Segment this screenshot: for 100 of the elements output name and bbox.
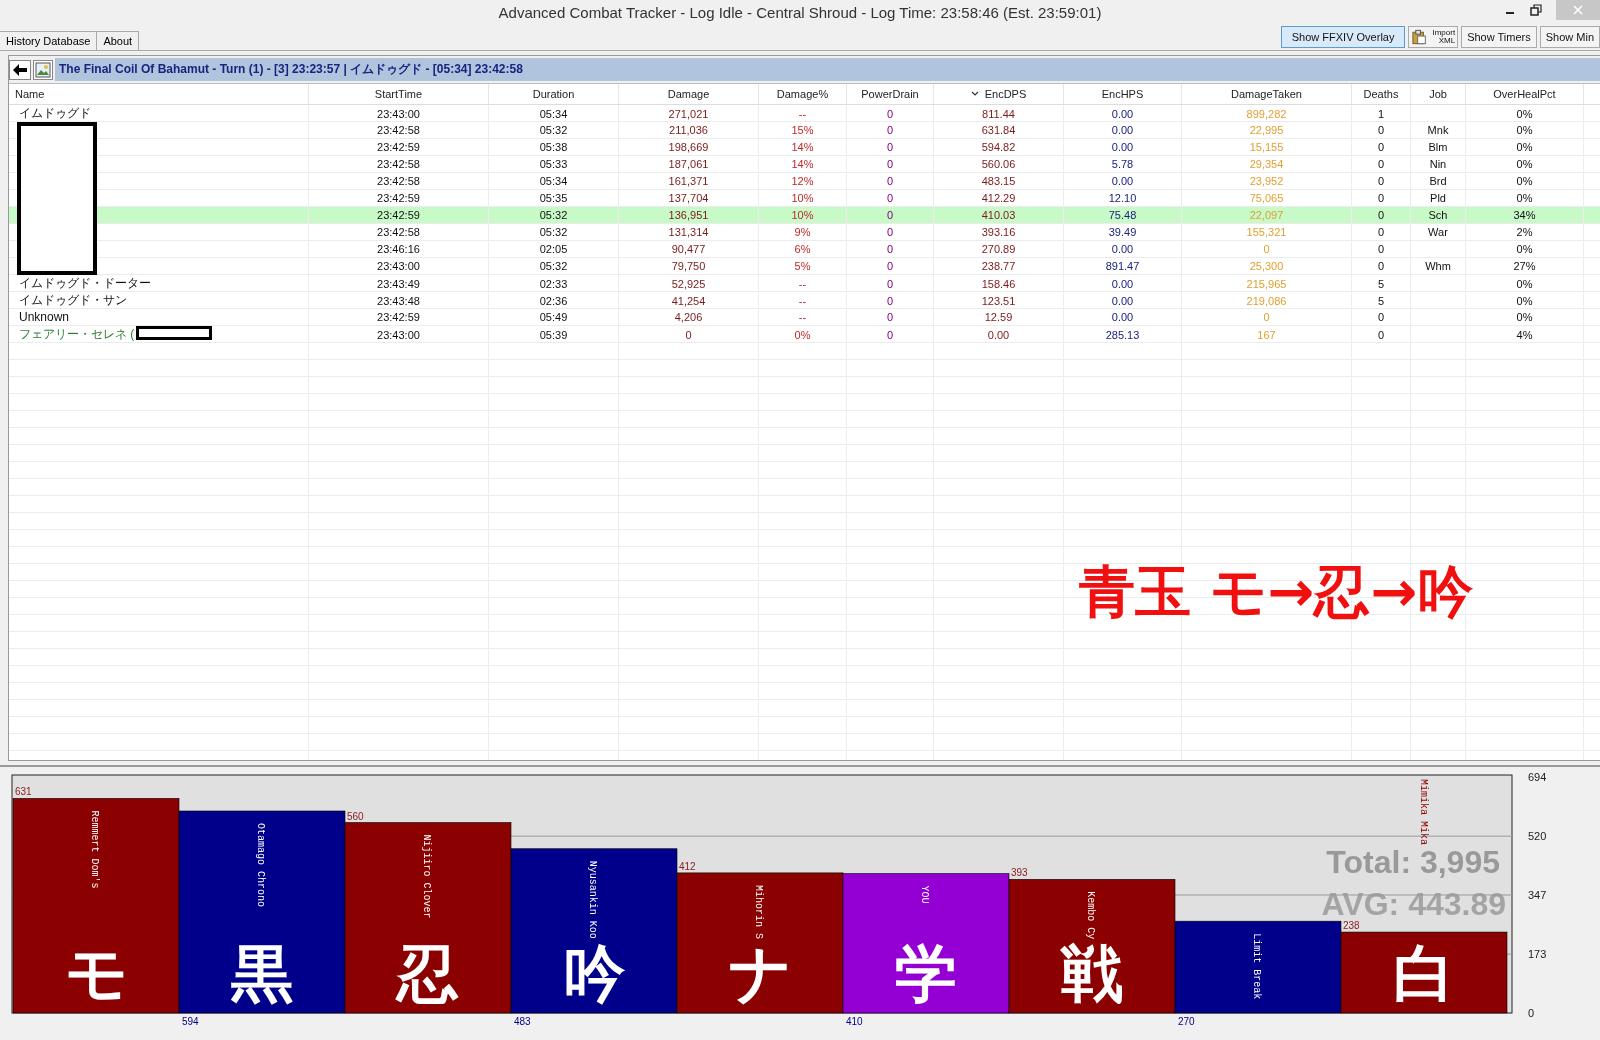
table-cell: 14% bbox=[791, 158, 814, 170]
table-cell: 23:42:58 bbox=[377, 124, 420, 136]
table-row[interactable]: 23:42:58 05:32 211,036 15% 0 631.84 0.00 22,995 0 Mnk 0% bbox=[9, 122, 1600, 139]
table-cell: 05:35 bbox=[539, 192, 568, 204]
table-cell: 0.00 bbox=[1111, 311, 1134, 323]
table-cell: 0% bbox=[1516, 192, 1533, 204]
window-title: Advanced Combat Tracker - Log Idle - Central Shroud - Log Time: 23:58:46 (Est. 23:59:01) bbox=[498, 3, 1102, 21]
table-cell: 219,086 bbox=[1246, 294, 1287, 307]
table-cell: 29,354 bbox=[1249, 158, 1284, 170]
table-cell: 131,314 bbox=[668, 226, 709, 238]
table-cell: 90,477 bbox=[671, 243, 706, 255]
table-cell: 79,750 bbox=[671, 260, 706, 272]
table-cell: 6% bbox=[794, 243, 811, 255]
table-cell: Sch bbox=[1428, 209, 1448, 221]
table-cell: 0 bbox=[1377, 124, 1385, 136]
table-cell: 10% bbox=[791, 209, 814, 221]
encounter-title: The Final Coil Of Bahamut - Turn (1) - [3] 23:23:57 | イムドゥグド - [05:34] 23:42:58 bbox=[55, 58, 1600, 81]
bar-name-label: Mihorin S bbox=[753, 884, 764, 939]
import-button[interactable]: Import XML bbox=[1408, 26, 1459, 48]
column-header[interactable]: OverHealPct bbox=[1466, 84, 1584, 104]
table-row[interactable]: 23:42:58 05:34 161,371 12% 0 483.15 0.00 23,952 0 Brd 0% bbox=[9, 173, 1600, 190]
column-header[interactable]: Damage% bbox=[759, 84, 847, 104]
table-cell: 0 bbox=[1377, 141, 1385, 153]
table-cell: 23:43:49 bbox=[377, 277, 420, 290]
table-cell: 10% bbox=[791, 192, 814, 204]
table-cell: 0 bbox=[886, 311, 894, 323]
table-cell: 05:49 bbox=[539, 311, 568, 323]
table-cell: イムドゥグド bbox=[19, 105, 91, 122]
tab[interactable]: History Database bbox=[0, 31, 98, 50]
table-cell: 23:42:58 bbox=[377, 175, 420, 187]
table-cell: 23:43:48 bbox=[377, 294, 420, 307]
table-cell: 0 bbox=[886, 209, 894, 221]
column-header[interactable]: PowerDrain bbox=[847, 84, 934, 104]
toolbar-button[interactable]: Show FFXIV Overlay bbox=[1281, 26, 1406, 48]
table-cell: 15% bbox=[791, 124, 814, 136]
table-row[interactable]: 23:43:00 05:32 79,750 5% 0 238.77 891.47 25,300 0 Whm 27% bbox=[9, 258, 1600, 275]
table-cell: 0 bbox=[886, 175, 894, 187]
table-row[interactable]: 23:42:59 05:38 198,669 14% 0 594.82 0.00 15,155 0 Blm 0% bbox=[9, 139, 1600, 156]
column-header[interactable]: Deaths bbox=[1352, 84, 1411, 104]
table-cell: 12.59 bbox=[984, 311, 1013, 323]
column-header[interactable]: DamageTaken bbox=[1182, 84, 1352, 104]
table-row[interactable]: Unknown 23:42:59 05:49 4,206 -- 0 12.59 0.00 0 0 0% bbox=[9, 309, 1600, 326]
table-row[interactable]: 23:46:16 02:05 90,477 6% 0 270.89 0.00 0 0 0% bbox=[9, 241, 1600, 258]
table-cell: 12% bbox=[791, 175, 814, 187]
column-header[interactable]: StartTime bbox=[309, 84, 489, 104]
table-cell: 05:38 bbox=[539, 141, 568, 153]
column-header[interactable]: Name bbox=[9, 84, 309, 104]
table-cell: War bbox=[1428, 226, 1448, 238]
table-row[interactable]: イムドゥグド・サン 23:43:48 02:36 41,254 -- 0 123.51 0.00 219,086 5 0% bbox=[9, 292, 1600, 309]
table-cell: 0% bbox=[794, 328, 811, 341]
toolbar-button[interactable]: Show Min bbox=[1539, 26, 1600, 48]
column-header[interactable]: EncHPS bbox=[1064, 84, 1182, 104]
table-cell: Pld bbox=[1430, 192, 1446, 204]
table-cell: 23:42:58 bbox=[377, 158, 420, 170]
table-row[interactable]: フェアリー・セレネ ( 23:43:00 05:39 0 0% 0 0.00 285.13 167 0 4% bbox=[9, 326, 1600, 343]
table-cell: 0 bbox=[685, 328, 692, 341]
table-cell: 0 bbox=[1377, 243, 1385, 255]
table-cell: 285.13 bbox=[1105, 328, 1140, 341]
table-cell: 39.49 bbox=[1108, 226, 1137, 238]
table-cell: 0 bbox=[1377, 311, 1385, 323]
table-cell: 0% bbox=[1516, 243, 1533, 255]
toolbar-button[interactable]: Show Timers bbox=[1461, 26, 1537, 48]
table-cell: 0.00 bbox=[1111, 175, 1134, 187]
column-header[interactable]: Damage bbox=[619, 84, 759, 104]
table-cell: Blm bbox=[1428, 141, 1448, 153]
table-cell: -- bbox=[798, 277, 807, 290]
overlay-character: 吟 bbox=[563, 937, 625, 1010]
table-cell: 0% bbox=[1516, 141, 1533, 153]
annotation-text: 青玉 モ→忍→吟 bbox=[1079, 558, 1474, 626]
table-cell: 393.16 bbox=[981, 226, 1016, 238]
table-cell: 0.00 bbox=[1111, 141, 1134, 153]
table-cell: 05:32 bbox=[539, 260, 568, 272]
table-row[interactable]: 23:42:58 05:33 187,061 14% 0 560.06 5.78 29,354 0 Nin 0% bbox=[9, 156, 1600, 173]
column-header[interactable]: EncDPS bbox=[934, 84, 1064, 104]
table-cell: 23:42:59 bbox=[377, 192, 420, 204]
table-row[interactable]: 23:42:58 05:32 131,314 9% 0 393.16 39.49 155,321 0 War 2% bbox=[9, 224, 1600, 241]
table-cell: 23,952 bbox=[1249, 175, 1284, 187]
table-row[interactable]: 23:42:59 05:32 136,951 10% 0 410.03 75.48 22,097 0 Sch 34% bbox=[9, 207, 1600, 224]
table-cell: 05:34 bbox=[539, 175, 568, 187]
table-cell: 23:46:16 bbox=[377, 243, 420, 255]
table-row[interactable]: イムドゥグド・ドーター 23:43:49 02:33 52,925 -- 0 158.46 0.00 215,965 5 0% bbox=[9, 275, 1600, 292]
table-cell: 123.51 bbox=[981, 294, 1016, 307]
restore-icon[interactable] bbox=[1530, 4, 1542, 16]
table-cell: 05:39 bbox=[539, 328, 568, 341]
table-cell: 0% bbox=[1516, 107, 1533, 120]
column-header[interactable]: Duration bbox=[489, 84, 619, 104]
table-cell: 15,155 bbox=[1249, 141, 1284, 153]
close-icon bbox=[1572, 4, 1584, 16]
column-header[interactable]: Job bbox=[1411, 84, 1466, 104]
table-cell: 23:42:59 bbox=[377, 311, 420, 323]
table-cell: 5.78 bbox=[1111, 158, 1134, 170]
table-cell: 2% bbox=[1516, 226, 1533, 238]
table-cell: 4,206 bbox=[674, 311, 703, 323]
image-icon[interactable] bbox=[33, 59, 53, 80]
tab[interactable]: About bbox=[96, 31, 140, 50]
table-cell: 0% bbox=[1516, 158, 1533, 170]
table-cell: 238.77 bbox=[981, 260, 1016, 272]
table-cell: イムドゥグド・ドーター bbox=[19, 275, 151, 292]
table-row[interactable]: イムドゥグド 23:43:00 05:34 271,021 -- 0 811.44 0.00 899,282 1 0% bbox=[9, 105, 1600, 122]
axis-tick-label: 173 bbox=[1528, 948, 1547, 961]
